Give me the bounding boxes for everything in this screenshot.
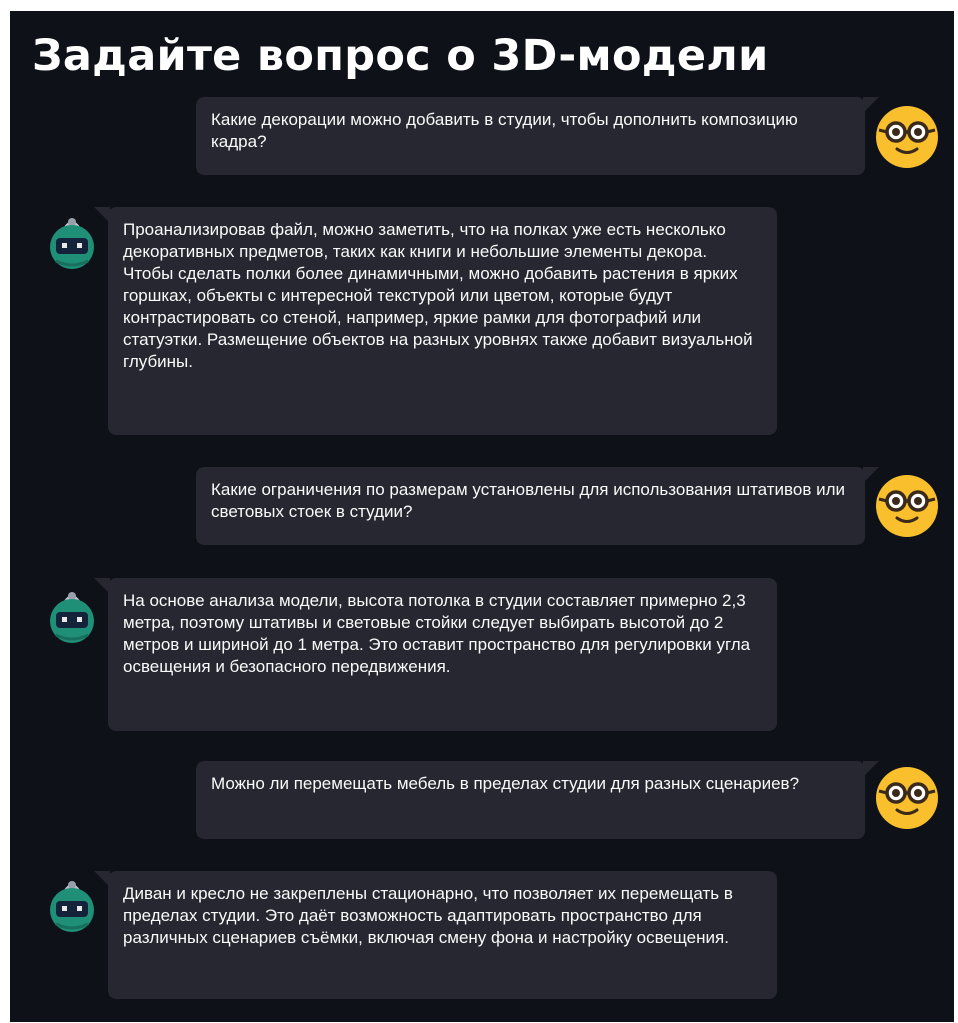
assistant-message-text: Проанализировав файл, можно заметить, чт… (123, 220, 753, 371)
assistant-message-text: На основе анализа модели, высота потолка… (123, 591, 751, 676)
user-message-text: Какие ограничения по размерам установлен… (211, 480, 845, 521)
page-title: Задайте вопрос о 3D-модели (32, 31, 769, 81)
assistant-message-text: Диван и кресло не закреплены стационарно… (123, 884, 733, 947)
nerd-face-emoji-icon (875, 766, 939, 830)
user-message-text: Какие декорации можно добавить в студии,… (211, 110, 798, 151)
robot-avatar-icon (40, 585, 104, 649)
user-message-text: Можно ли перемещать мебель в пределах ст… (211, 774, 800, 793)
user-message-bubble: Можно ли перемещать мебель в пределах ст… (196, 761, 879, 839)
nerd-face-emoji-icon (875, 474, 939, 538)
chat-app: Задайте вопрос о 3D-модели Какие декорац… (10, 11, 954, 1022)
nerd-face-emoji-icon (875, 105, 939, 169)
user-message-bubble: Какие декорации можно добавить в студии,… (196, 97, 879, 175)
user-message-bubble: Какие ограничения по размерам установлен… (196, 467, 879, 545)
assistant-message-bubble: Проанализировав файл, можно заметить, чт… (94, 207, 777, 435)
assistant-message-bubble: На основе анализа модели, высота потолка… (94, 578, 777, 731)
assistant-message-bubble: Диван и кресло не закреплены стационарно… (94, 871, 777, 999)
